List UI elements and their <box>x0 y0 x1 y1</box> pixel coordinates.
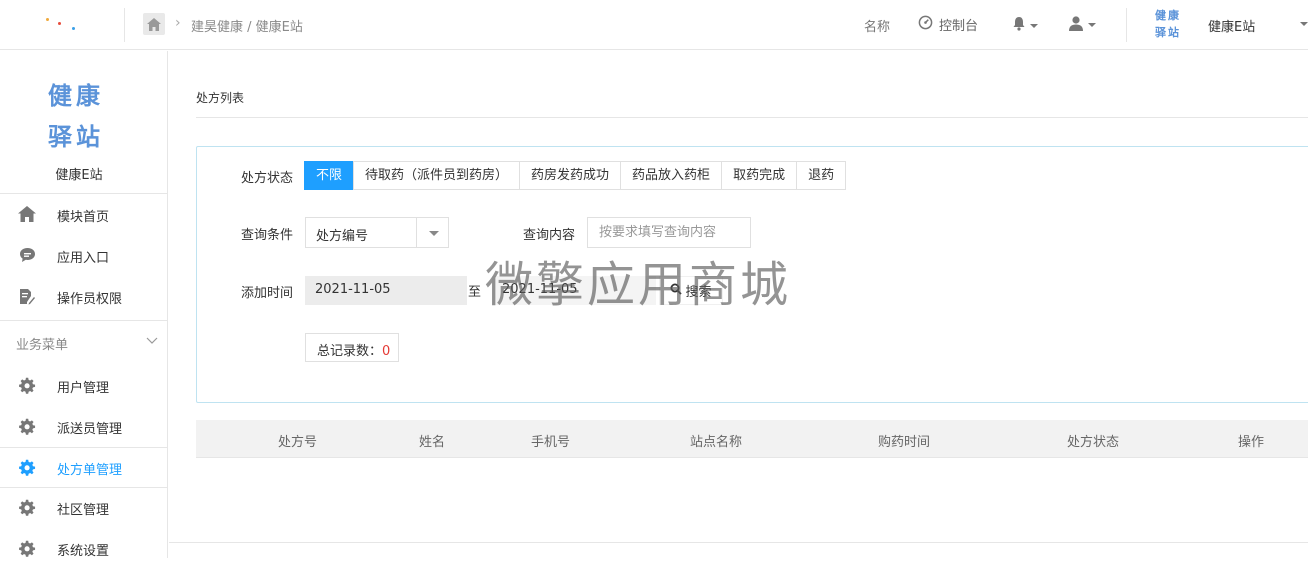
sidebar-group-business-menu[interactable]: 业务菜单 <box>0 320 168 360</box>
column-header-status: 处方状态 <box>1067 435 1120 450</box>
sidebar-item-label: 操作员权限 <box>57 292 123 307</box>
sidebar-item-label: 用户管理 <box>57 381 110 396</box>
condition-label: 查询条件 <box>241 228 294 243</box>
column-header-station-name: 站点名称 <box>690 435 743 450</box>
sidebar-brand: 健康驿站 健康E站 <box>0 51 168 194</box>
date-range-separator: 至 <box>468 285 482 300</box>
chevron-down-icon <box>1088 23 1096 27</box>
condition-select[interactable]: 处方编号 <box>305 217 449 248</box>
sidebar-item-community-management[interactable]: 社区管理 <box>0 487 168 527</box>
total-count-label: 总记录数： <box>317 344 383 359</box>
sidebar-item-user-management[interactable]: 用户管理 <box>0 365 168 405</box>
top-bar: › 建昊健康 / 健康E站 名称 控制台 健康驿站 健康E站 <box>0 0 1308 50</box>
dashboard-icon <box>918 15 933 34</box>
column-header-name: 姓名 <box>419 435 446 450</box>
total-count-value: 0 <box>382 344 391 359</box>
sidebar-item-label: 派送员管理 <box>57 422 123 437</box>
column-header-actions: 操作 <box>1238 435 1265 450</box>
sidebar-item-courier-management[interactable]: 派送员管理 <box>0 406 168 446</box>
notifications-button[interactable] <box>1012 16 1038 35</box>
station-name[interactable]: 健康E站 <box>1208 16 1255 35</box>
status-tab-pending-pickup[interactable]: 待取药（派件员到药房） <box>353 161 521 190</box>
sidebar-item-label: 处方单管理 <box>57 463 123 478</box>
console-label: 控制台 <box>939 19 979 34</box>
condition-select-value: 处方编号 <box>316 229 369 244</box>
status-tab-returned[interactable]: 退药 <box>796 161 847 190</box>
date-label: 添加时间 <box>241 286 294 301</box>
chevron-down-icon <box>429 231 439 236</box>
search-button-label: 搜索 <box>685 285 712 300</box>
divider <box>416 218 417 247</box>
date-from-input[interactable]: 2021-11-05 <box>305 276 467 305</box>
document-edit-icon <box>18 287 36 305</box>
column-header-prescription-no: 处方号 <box>278 435 318 450</box>
gear-icon <box>18 458 36 476</box>
chevron-down-icon <box>1030 23 1038 28</box>
table-header: 处方号 姓名 手机号 站点名称 购药时间 处方状态 操作 <box>196 420 1308 458</box>
brand-subtitle: 健康E站 <box>55 168 103 183</box>
sidebar-item-operator-permissions[interactable]: 操作员权限 <box>0 276 168 316</box>
search-icon <box>670 283 683 299</box>
home-icon[interactable] <box>143 13 165 35</box>
main-content: 处方列表 处方状态 不限 待取药（派件员到药房） 药房发药成功 药品放入药柜 取… <box>169 51 1308 558</box>
console-link[interactable]: 控制台 <box>918 15 978 34</box>
sidebar-item-module-home[interactable]: 模块首页 <box>0 194 168 234</box>
filter-panel: 处方状态 不限 待取药（派件员到药房） 药房发药成功 药品放入药柜 取药完成 退… <box>196 146 1308 403</box>
divider <box>169 542 1308 543</box>
date-to-input[interactable]: 2021-11-05 <box>492 276 656 305</box>
gear-icon <box>18 498 36 516</box>
sidebar: 健康驿站 健康E站 模块首页 应用入口 操作员权限 业务菜单 用户管理 派送员管… <box>0 51 168 559</box>
sidebar-item-prescription-management[interactable]: 处方单管理 <box>0 447 168 487</box>
chevron-down-icon[interactable] <box>1300 22 1308 26</box>
gear-icon <box>18 417 36 435</box>
status-tabs: 不限 待取药（派件员到药房） 药房发药成功 药品放入药柜 取药完成 退药 <box>304 161 847 190</box>
sidebar-item-label: 模块首页 <box>57 210 110 225</box>
search-button[interactable]: 搜索 <box>659 276 723 305</box>
status-tab-picked-up[interactable]: 取药完成 <box>721 161 798 190</box>
status-filter-label: 处方状态 <box>241 171 294 186</box>
breadcrumb[interactable]: 建昊健康 / 健康E站 <box>191 16 303 35</box>
sidebar-item-label: 社区管理 <box>57 503 110 518</box>
divider <box>1126 8 1127 42</box>
chat-bubble-icon <box>18 246 36 264</box>
name-link[interactable]: 名称 <box>864 16 890 35</box>
sidebar-item-label: 系统设置 <box>57 544 110 559</box>
sidebar-item-app-entry[interactable]: 应用入口 <box>0 235 168 275</box>
column-header-purchase-time: 购药时间 <box>878 435 931 450</box>
user-icon <box>1068 15 1084 35</box>
home-icon <box>18 205 36 223</box>
divider <box>124 8 125 42</box>
station-logo: 健康驿站 <box>1155 9 1181 39</box>
column-header-phone: 手机号 <box>531 435 571 450</box>
chevron-down-icon <box>146 334 158 349</box>
query-input[interactable] <box>587 217 751 248</box>
status-tab-pharmacy-dispensed[interactable]: 药房发药成功 <box>519 161 622 190</box>
total-count-badge: 总记录数：0 <box>305 333 399 362</box>
brand-logo: 健康驿站 <box>48 81 104 151</box>
divider <box>196 117 1308 118</box>
sidebar-group-label: 业务菜单 <box>16 338 69 353</box>
gear-icon <box>18 376 36 394</box>
sidebar-item-system-settings[interactable]: 系统设置 <box>0 528 168 568</box>
chevron-right-icon: › <box>175 15 181 31</box>
page-title: 处方列表 <box>196 91 245 105</box>
gear-icon <box>18 539 36 557</box>
bell-icon <box>1012 16 1026 35</box>
status-tab-all[interactable]: 不限 <box>304 161 355 190</box>
sidebar-item-label: 应用入口 <box>57 251 110 266</box>
app-logo[interactable] <box>44 18 84 30</box>
query-label: 查询内容 <box>523 228 576 243</box>
status-tab-in-cabinet[interactable]: 药品放入药柜 <box>620 161 723 190</box>
user-menu-button[interactable] <box>1068 15 1096 35</box>
